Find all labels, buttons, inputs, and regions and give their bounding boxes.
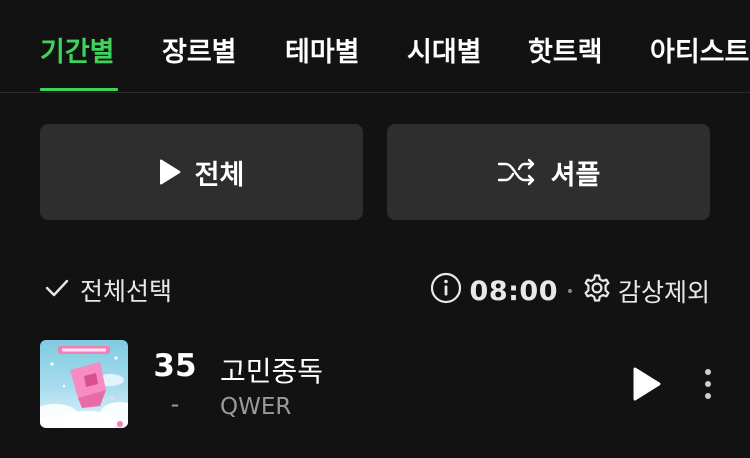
track-rank: 35 (153, 348, 197, 384)
duration-info[interactable]: 08:00 (430, 272, 558, 310)
active-tab-indicator (40, 88, 118, 91)
track-more-button[interactable] (696, 364, 720, 404)
tab-genre[interactable]: 장르별 (162, 30, 237, 69)
track-title[interactable]: 고민중독 (220, 350, 323, 390)
play-icon (633, 367, 661, 401)
check-icon (44, 276, 70, 305)
select-all-button[interactable]: 전체선택 (44, 272, 172, 308)
tab-hottrack[interactable]: 핫트랙 (528, 30, 603, 69)
tab-period[interactable]: 기간별 (40, 30, 115, 69)
info-icon (430, 272, 462, 310)
gear-icon (582, 273, 612, 309)
rank-change: - (170, 390, 180, 418)
more-vertical-icon (705, 369, 711, 399)
play-all-label: 전체 (194, 159, 245, 191)
exclude-button[interactable]: 감상제외 (582, 273, 710, 309)
tab-artist[interactable]: 아티스트 (650, 30, 749, 69)
play-all-button[interactable]: 전체 (40, 124, 363, 220)
track-artist[interactable]: QWER (220, 394, 291, 420)
shuffle-button[interactable]: 셔플 (387, 124, 710, 220)
total-duration: 08:00 (469, 275, 558, 307)
select-all-label: 전체선택 (80, 277, 173, 306)
track-play-button[interactable] (628, 364, 664, 404)
shuffle-icon (497, 158, 537, 186)
tab-era[interactable]: 시대별 (407, 30, 482, 69)
album-cover[interactable] (40, 340, 128, 428)
play-icon (159, 159, 181, 185)
shuffle-label: 셔플 (550, 159, 601, 191)
tab-theme[interactable]: 테마별 (285, 30, 360, 69)
track-row[interactable]: 35 - 고민중독 QWER (0, 340, 750, 428)
list-tools: 08:00 감상제외 (430, 272, 710, 310)
exclude-label: 감상제외 (617, 278, 710, 307)
category-tabs: 기간별 장르별 테마별 시대별 핫트랙 아티스트 (0, 0, 750, 93)
separator-dot (567, 289, 572, 293)
